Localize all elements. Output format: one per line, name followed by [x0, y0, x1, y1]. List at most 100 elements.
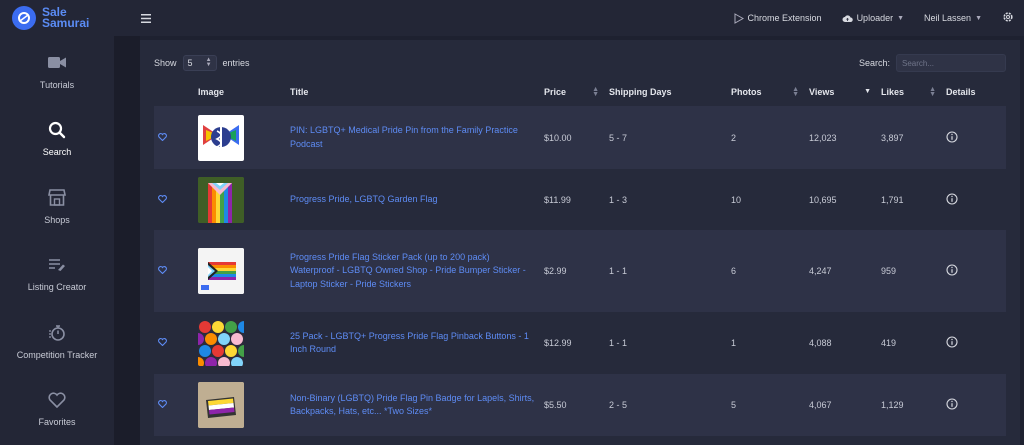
sidebar-item-favorites[interactable]: Favorites: [0, 374, 114, 442]
sidebar-item-label: Shops: [44, 214, 70, 225]
col-favorite: [154, 78, 194, 106]
likes-cell: 959: [877, 230, 942, 312]
search-wrap: Search:: [859, 54, 1006, 72]
table-controls: Show 5 ▲ ▼ entries Search:: [154, 54, 1006, 72]
shipping-cell: 1 - 1: [605, 312, 727, 374]
shipping-cell: 5 - 7: [605, 106, 727, 169]
results-panel: Show 5 ▲▼ entries Search: Image Title Pr…: [140, 40, 1020, 445]
table-header-row: Image Title Price ▲ ▼ Shipping Days Photos…: [154, 78, 1006, 106]
image-cell: [194, 169, 286, 230]
hamburger-menu-icon[interactable]: [137, 9, 155, 27]
sidebar-item-label: Listing Creator: [27, 282, 87, 293]
top-bar: Sale Samurai Chrome Extension Uploader ▼…: [0, 0, 1024, 36]
col-price[interactable]: Price ▲ ▼: [540, 78, 605, 106]
updown-icon: ▲ ▼: [205, 57, 212, 68]
content-gutter: [114, 36, 140, 445]
chevron-down-icon: ▼: [897, 14, 905, 22]
product-thumbnail[interactable]: [198, 176, 244, 223]
photos-cell: 5: [727, 374, 805, 436]
sidebar-item-competition-tracker[interactable]: Competition Tracker: [0, 306, 114, 374]
show-label: Show: [154, 58, 177, 68]
col-details-label: Details: [946, 87, 976, 97]
image-cell: [194, 374, 286, 436]
sidebar-item-label: Competition Tracker: [16, 349, 98, 360]
heart-icon[interactable]: [158, 400, 167, 408]
product-thumbnail[interactable]: [198, 382, 244, 428]
heart-icon: [48, 387, 66, 413]
col-likes[interactable]: Likes ▲ ▼: [877, 78, 942, 106]
brand-name: Sale Samurai: [42, 6, 90, 30]
shipping-cell: 2 - 5: [605, 374, 727, 436]
details-cell: [942, 312, 1006, 374]
video-camera-icon: [48, 50, 66, 76]
gear-icon[interactable]: [1002, 11, 1014, 25]
image-cell: [194, 312, 286, 374]
favorite-cell: [154, 230, 194, 312]
sidebar-item-label: Search: [42, 147, 72, 158]
favorite-cell: [154, 312, 194, 374]
brand-logo[interactable]: Sale Samurai: [0, 0, 127, 36]
search-input[interactable]: [896, 54, 1006, 72]
listing-title-link[interactable]: Non-Binary (LGBTQ) Pride Flag Pin Badge …: [290, 393, 534, 417]
photos-cell: 10: [727, 169, 805, 230]
price-cell: $2.99: [540, 230, 605, 312]
play-icon: [734, 12, 744, 24]
info-icon[interactable]: [946, 336, 958, 348]
listing-title-link[interactable]: Progress Pride, LGBTQ Garden Flag: [290, 194, 438, 204]
sidebar-item-search[interactable]: Search: [0, 104, 114, 172]
entries-value: 5: [187, 58, 193, 68]
likes-cell: 1,129: [877, 374, 942, 436]
title-cell: 25 Pack - LGBTQ+ Progress Pride Flag Pin…: [286, 312, 540, 374]
listing-title-link[interactable]: 25 Pack - LGBTQ+ Progress Pride Flag Pin…: [290, 331, 529, 355]
favorite-cell: [154, 106, 194, 169]
user-menu-dropdown[interactable]: Neil Lassen ▼: [924, 13, 982, 23]
title-cell: Progress Pride Flag Sticker Pack (up to …: [286, 230, 540, 312]
listing-title-link[interactable]: Progress Pride Flag Sticker Pack (up to …: [290, 252, 526, 289]
info-icon[interactable]: [946, 264, 958, 276]
samurai-logo-icon: [12, 6, 36, 30]
heart-icon[interactable]: [158, 132, 167, 141]
shipping-cell: 1 - 3: [605, 169, 727, 230]
col-shipping-label: Shipping Days: [609, 87, 672, 97]
title-cell: PIN: LGBTQ+ Medical Pride Pin from the F…: [286, 106, 540, 169]
sidebar-item-shops[interactable]: Shops: [0, 171, 114, 239]
info-icon[interactable]: [946, 192, 958, 205]
product-thumbnail[interactable]: [198, 320, 244, 366]
heart-icon[interactable]: [158, 194, 167, 203]
listing-title-link[interactable]: PIN: LGBTQ+ Medical Pride Pin from the F…: [290, 125, 518, 149]
favorite-cell: [154, 374, 194, 436]
uploader-dropdown[interactable]: Uploader ▼: [842, 13, 904, 23]
photos-cell: 6: [727, 230, 805, 312]
info-icon[interactable]: [946, 130, 958, 143]
heart-icon[interactable]: [158, 338, 167, 346]
heart-icon[interactable]: [158, 266, 167, 274]
favorite-cell: [154, 169, 194, 230]
stopwatch-icon: [48, 320, 66, 346]
info-icon[interactable]: [946, 398, 958, 410]
col-title[interactable]: Title: [286, 78, 540, 106]
chrome-extension-link[interactable]: Chrome Extension: [733, 12, 822, 24]
likes-cell: 1,791: [877, 169, 942, 230]
uploader-label: Uploader: [856, 13, 894, 23]
sidebar-item-tutorials[interactable]: Tutorials: [0, 36, 114, 104]
col-shipping[interactable]: Shipping Days: [605, 78, 727, 106]
entries-label: entries: [222, 58, 250, 68]
details-cell: [942, 169, 1006, 230]
list-edit-icon: [48, 252, 66, 278]
product-thumbnail[interactable]: [198, 114, 244, 161]
table-row: Non-Binary (LGBTQ) Pride Flag Pin Badge …: [154, 374, 1006, 436]
product-thumbnail[interactable]: [198, 248, 244, 294]
sort-icon: ▲ ▼: [792, 86, 799, 98]
col-photos[interactable]: Photos ▲ ▼: [727, 78, 805, 106]
photos-cell: 2: [727, 106, 805, 169]
views-cell: 4,088: [805, 312, 877, 374]
col-image[interactable]: Image: [194, 78, 286, 106]
sidebar-item-listing-creator[interactable]: Listing Creator: [0, 239, 114, 307]
brand-line2: Samurai: [42, 16, 90, 30]
search-icon: [48, 117, 66, 143]
col-views[interactable]: Views ▼: [805, 78, 877, 106]
entries-select[interactable]: 5 ▲ ▼: [182, 55, 217, 71]
sort-icon: ▲ ▼: [929, 86, 936, 98]
col-details: Details: [942, 78, 1006, 106]
search-label: Search:: [858, 58, 890, 68]
